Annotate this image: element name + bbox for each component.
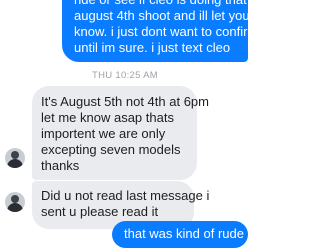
message-text-line: know. i just dont want to confirm — [74, 24, 259, 39]
message-text-line: importent we are only — [41, 126, 166, 141]
avatar-head-shape — [11, 195, 19, 203]
avatar-shoulders-shape — [7, 203, 23, 212]
avatar-head-shape — [11, 151, 19, 159]
message-text-line: let me know asap thats — [41, 110, 174, 125]
received-message-bubble[interactable]: It's August 5th not 4th at 6pm let me kn… — [32, 86, 209, 180]
sent-message-bubble[interactable]: that was kind of rude — [112, 221, 248, 248]
sender-avatar[interactable] — [5, 148, 25, 168]
message-text: that was kind of rude — [124, 226, 244, 241]
message-text-line: It's August 5th not 4th at 6pm — [41, 94, 209, 109]
message-text-line: until im sure. i just text cleo — [74, 40, 231, 55]
sent-message-bubble[interactable]: ride or see if cleo is doing that august… — [62, 0, 259, 62]
sender-avatar[interactable] — [5, 192, 25, 212]
message-text-line: ride or see if cleo is doing that — [74, 0, 247, 8]
avatar-shoulders-shape — [7, 159, 23, 168]
message-timestamp: THU 10:25 AM — [92, 70, 158, 81]
message-text-line: Did u not read last message i — [41, 188, 210, 203]
message-text-line: sent u please read it — [41, 204, 159, 219]
message-text-line: thanks — [41, 158, 80, 173]
message-text-line: august 4th shoot and ill let you — [74, 8, 250, 23]
message-text-line: excepting seven models — [41, 142, 181, 157]
